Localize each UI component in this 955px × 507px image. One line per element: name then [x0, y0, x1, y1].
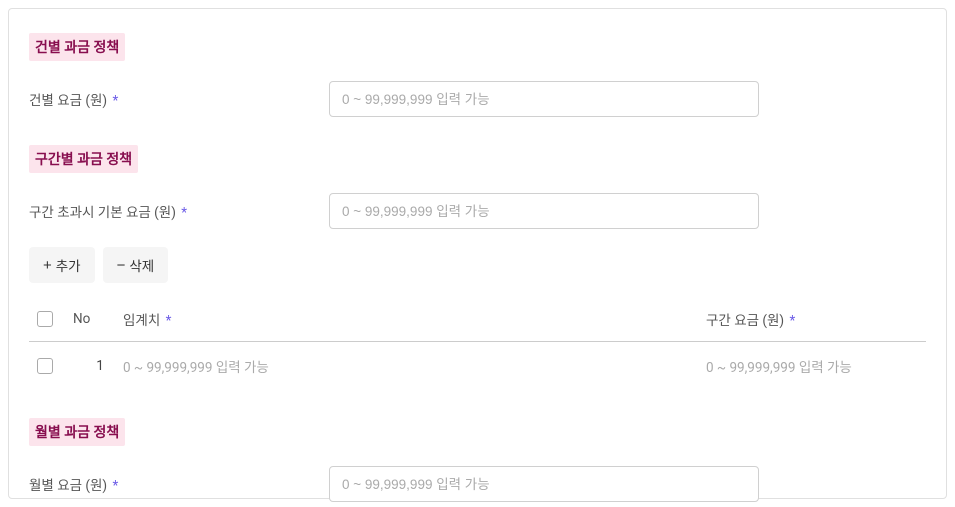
row-checkbox[interactable]: [37, 358, 53, 374]
monthly-title: 월별 과금 정책: [29, 418, 125, 446]
header-threshold: 임계치 *: [123, 309, 706, 329]
minus-icon: −: [117, 258, 126, 273]
tiered-button-group: + 추가 − 삭제: [29, 247, 926, 283]
header-range-fee: 구간 요금 (원) *: [706, 309, 926, 329]
monthly-section: 월별 과금 정책 월별 요금 (원) *: [29, 418, 926, 502]
header-no: No: [73, 311, 123, 327]
row-no: 1: [73, 358, 123, 374]
required-mark: *: [181, 205, 187, 221]
add-button-label: 추가: [56, 255, 81, 275]
monthly-fee-label-text: 월별 요금 (원): [29, 478, 107, 494]
tiered-title: 구간별 과금 정책: [29, 145, 138, 173]
header-threshold-text: 임계치: [123, 313, 160, 329]
row-threshold-input[interactable]: 0 ~ 99,999,999 입력 가능: [123, 356, 706, 376]
tiered-base-fee-label: 구간 초과시 기본 요금 (원) *: [29, 201, 329, 221]
row-checkbox-col: [37, 358, 73, 374]
header-checkbox-col: [37, 311, 73, 327]
tiered-base-fee-row: 구간 초과시 기본 요금 (원) *: [29, 193, 926, 229]
header-range-fee-text: 구간 요금 (원): [706, 313, 784, 329]
billing-policy-form: 건별 과금 정책 건별 요금 (원) * 구간별 과금 정책 구간 초과시 기본…: [8, 8, 947, 499]
per-case-fee-row: 건별 요금 (원) *: [29, 81, 926, 117]
tiered-section: 구간별 과금 정책 구간 초과시 기본 요금 (원) * + 추가 − 삭제: [29, 145, 926, 390]
table-row: 1 0 ~ 99,999,999 입력 가능 0 ~ 99,999,999 입력…: [29, 342, 926, 390]
required-mark: *: [789, 313, 795, 329]
required-mark: *: [166, 313, 172, 329]
tiered-base-fee-input[interactable]: [329, 193, 759, 229]
add-button[interactable]: + 추가: [29, 247, 95, 283]
delete-button-label: 삭제: [129, 255, 154, 275]
per-case-fee-input[interactable]: [329, 81, 759, 117]
tiered-base-fee-label-text: 구간 초과시 기본 요금 (원): [29, 205, 176, 221]
select-all-checkbox[interactable]: [37, 311, 53, 327]
required-mark: *: [112, 93, 118, 109]
per-case-title: 건별 과금 정책: [29, 33, 125, 61]
tiered-table: No 임계치 * 구간 요금 (원) * 1 0 ~ 99,999,999 입력…: [29, 299, 926, 390]
monthly-fee-input[interactable]: [329, 466, 759, 502]
monthly-fee-label: 월별 요금 (원) *: [29, 474, 329, 494]
delete-button[interactable]: − 삭제: [103, 247, 169, 283]
required-mark: *: [112, 478, 118, 494]
monthly-fee-row: 월별 요금 (원) *: [29, 466, 926, 502]
per-case-fee-label: 건별 요금 (원) *: [29, 89, 329, 109]
per-case-fee-label-text: 건별 요금 (원): [29, 93, 107, 109]
table-header: No 임계치 * 구간 요금 (원) *: [29, 299, 926, 342]
row-range-fee-input[interactable]: 0 ~ 99,999,999 입력 가능: [706, 356, 926, 376]
per-case-section: 건별 과금 정책 건별 요금 (원) *: [29, 33, 926, 117]
plus-icon: +: [43, 258, 52, 273]
